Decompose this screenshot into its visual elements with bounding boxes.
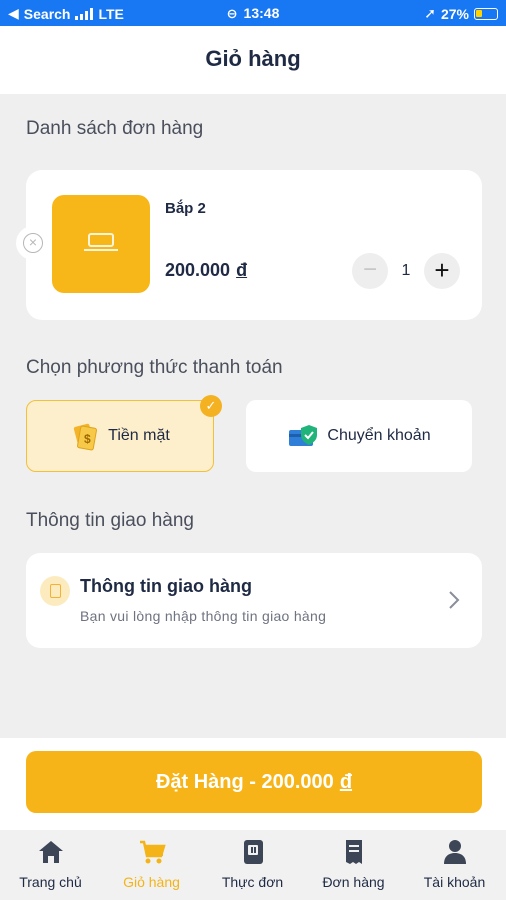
- payment-option-cash[interactable]: $ Tiền mặt: [26, 400, 214, 472]
- product-logo-icon: [84, 233, 118, 251]
- place-order-label: Đặt Hàng - 200.000: [155, 770, 334, 793]
- tab-account-label: Tài khoản: [423, 874, 486, 890]
- tab-orders[interactable]: Đơn hàng: [303, 838, 404, 890]
- product-price-value: 200.000: [165, 260, 231, 280]
- status-right: ➚ 27%: [424, 5, 498, 22]
- quantity-value: 1: [401, 262, 411, 279]
- delivery-section-title: Thông tin giao hàng: [26, 510, 194, 531]
- battery-icon: [474, 7, 498, 20]
- selected-check-icon: ✓: [200, 395, 222, 417]
- product-price-currency: đ: [236, 260, 248, 280]
- receipt-icon: [345, 840, 362, 864]
- tab-orders-label: Đơn hàng: [322, 874, 385, 890]
- quantity-decrease-button[interactable]: −: [352, 253, 388, 289]
- tab-cart[interactable]: Giỏ hàng: [101, 838, 202, 890]
- payment-option-transfer[interactable]: Chuyển khoản: [246, 400, 472, 472]
- battery-percent: 27%: [440, 5, 469, 22]
- status-time: 13:48: [243, 5, 280, 21]
- home-icon: [38, 841, 63, 863]
- status-bar: ◀ Search LTE ⊖ 13:48 ➚ 27%: [0, 0, 506, 26]
- cart-icon: [139, 840, 166, 864]
- page-title: Giỏ hàng: [205, 46, 301, 71]
- close-icon: ×: [23, 233, 43, 253]
- place-order-currency: đ: [339, 770, 353, 793]
- tab-home[interactable]: Trang chủ: [0, 838, 101, 890]
- chevron-right-icon[interactable]: [448, 590, 460, 610]
- tab-home-label: Trang chủ: [19, 874, 82, 890]
- remove-item-button[interactable]: ×: [16, 226, 50, 260]
- tab-menu[interactable]: Thực đơn: [202, 838, 303, 890]
- account-icon: [443, 840, 466, 864]
- product-image: [52, 195, 150, 293]
- svg-text:$: $: [84, 432, 91, 446]
- location-icon: ➚: [424, 5, 436, 21]
- payment-option-transfer-label: Chuyển khoản: [327, 427, 431, 444]
- delivery-info-card[interactable]: [26, 553, 482, 648]
- product-price: 200.000 đ: [165, 260, 247, 281]
- payment-option-cash-label: Tiền mặt: [108, 427, 170, 444]
- header: Giỏ hàng: [0, 26, 506, 94]
- tab-account[interactable]: Tài khoản: [404, 838, 505, 890]
- quantity-increase-button[interactable]: +: [424, 253, 460, 289]
- bank-transfer-icon: [289, 425, 318, 446]
- delivery-card-subtitle: Bạn vui lòng nhập thông tin giao hàng: [80, 608, 327, 624]
- product-name: Bắp 2: [165, 200, 206, 217]
- order-list-title: Danh sách đơn hàng: [26, 118, 204, 139]
- cash-icon: $: [74, 423, 98, 451]
- tab-menu-label: Thực đơn: [221, 874, 284, 890]
- link-icon: ⊖: [226, 6, 238, 21]
- payment-title: Chọn phương thức thanh toán: [26, 357, 283, 378]
- delivery-card-title: Thông tin giao hàng: [80, 576, 252, 596]
- menu-book-icon: [243, 840, 263, 864]
- delivery-info-icon: [40, 576, 70, 606]
- place-order-button[interactable]: Đặt Hàng - 200.000 đ: [26, 751, 482, 813]
- tab-cart-label: Giỏ hàng: [123, 874, 180, 890]
